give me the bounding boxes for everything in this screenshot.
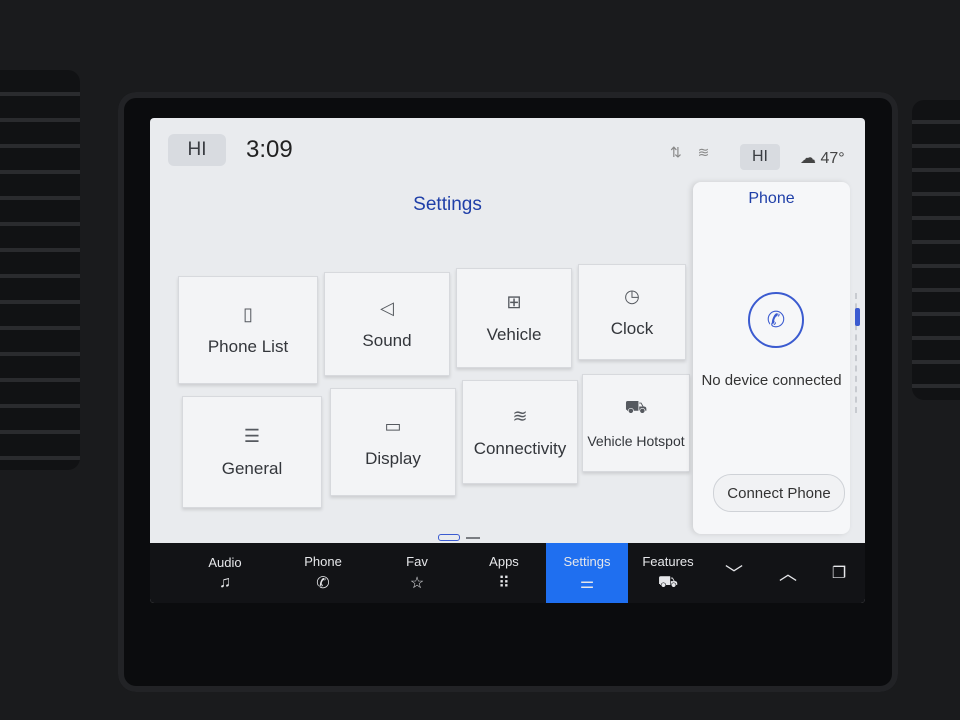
hotspot-car-icon: ⛟	[624, 397, 648, 417]
tile-clock[interactable]: ◷ Clock	[578, 264, 686, 360]
phone-status-text: No device connected	[701, 372, 842, 389]
tile-label: Connectivity	[473, 438, 567, 458]
speaker-icon: ◁	[380, 297, 394, 318]
chevron-up-icon: ︿	[779, 564, 797, 584]
wifi-icon: ≋	[512, 405, 528, 426]
vehicle-icon: ⊞	[506, 291, 522, 312]
sliders-icon: ☰	[243, 425, 261, 446]
page-dot-active[interactable]	[438, 534, 460, 541]
phone-handset-icon: ✆	[316, 574, 330, 592]
tile-label: Vehicle Hotspot	[587, 433, 685, 449]
scrollbar-thumb[interactable]	[855, 308, 860, 326]
tile-vehicle[interactable]: ⊞ Vehicle	[456, 268, 572, 368]
clock-icon: ◷	[624, 285, 640, 306]
infotainment-screen: HI 3:09 ⇅ ≋ HI ☁ 47° Settings ▯ Phone Li…	[150, 118, 865, 603]
display-icon: ▭	[384, 415, 402, 436]
settings-sliders-icon: ⚌	[579, 574, 595, 592]
nav-phone-button[interactable]: Phone ✆	[278, 543, 368, 603]
tile-label: General	[221, 458, 283, 478]
windows-icon: ❐	[831, 565, 847, 582]
phone-panel-title: Phone	[748, 190, 795, 207]
tile-label: Vehicle	[486, 324, 542, 344]
tile-connectivity[interactable]: ≋ Connectivity	[462, 380, 578, 484]
tile-label: Phone List	[207, 336, 289, 356]
nav-label: Settings	[563, 553, 611, 569]
tile-sound[interactable]: ◁ Sound	[324, 272, 450, 376]
nav-audio-button[interactable]: Audio ♫	[180, 543, 270, 603]
chevron-down-icon: ﹀	[725, 564, 743, 584]
apps-grid-icon: ⠿	[498, 574, 510, 592]
nav-settings-button[interactable]: Settings ⚌	[546, 543, 628, 603]
phone-icon[interactable]: ✆	[748, 292, 804, 348]
tile-label: Display	[365, 448, 421, 468]
scroll-down-button[interactable]: ﹀	[708, 543, 760, 603]
tile-phone-list[interactable]: ▯ Phone List	[178, 276, 318, 384]
left-air-vent	[0, 70, 80, 470]
nav-label: Apps	[489, 553, 519, 569]
bottom-nav-bar: Audio ♫ Phone ✆ Fav ☆ Apps ⠿ Settings ⚌ …	[150, 543, 865, 603]
phone-list-icon: ▯	[243, 303, 253, 324]
window-switch-button[interactable]: ❐	[814, 543, 864, 603]
weather-temperature: ☁ 47°	[800, 150, 845, 167]
star-icon: ☆	[409, 574, 425, 592]
status-bar: HI 3:09 ⇅ ≋ HI ☁ 47°	[150, 118, 865, 180]
clock-display: 3:09	[246, 136, 293, 163]
nav-label: Audio	[208, 554, 242, 570]
connect-phone-button[interactable]: Connect Phone	[713, 474, 845, 512]
nav-apps-button[interactable]: Apps ⠿	[462, 543, 546, 603]
nav-fav-button[interactable]: Fav ☆	[374, 543, 460, 603]
tile-general[interactable]: ☰ General	[182, 396, 322, 508]
page-indicator[interactable]	[438, 534, 480, 541]
scroll-up-button[interactable]: ︿	[762, 543, 814, 603]
nav-features-button[interactable]: Features ⛟	[628, 543, 708, 603]
car-icon: ⛟	[657, 573, 679, 591]
right-air-vent	[912, 100, 960, 400]
page-title: Settings	[413, 194, 482, 215]
page-dot[interactable]	[466, 536, 480, 539]
phone-panel: Phone ✆ No device connected Connect Phon…	[693, 182, 850, 534]
tile-label: Clock	[610, 318, 654, 338]
nav-label: Phone	[304, 553, 342, 569]
nav-label: Features	[642, 553, 694, 569]
nav-label: Fav	[406, 553, 428, 569]
hi-badge[interactable]: HI	[740, 144, 780, 170]
tile-vehicle-hotspot[interactable]: ⛟ Vehicle Hotspot	[582, 374, 690, 472]
signal-wifi-icon: ⇅ ≋	[670, 144, 716, 160]
tile-display[interactable]: ▭ Display	[330, 388, 456, 496]
music-note-icon: ♫	[219, 573, 231, 591]
tile-label: Sound	[362, 330, 412, 350]
driver-profile-button[interactable]: HI	[168, 134, 226, 166]
